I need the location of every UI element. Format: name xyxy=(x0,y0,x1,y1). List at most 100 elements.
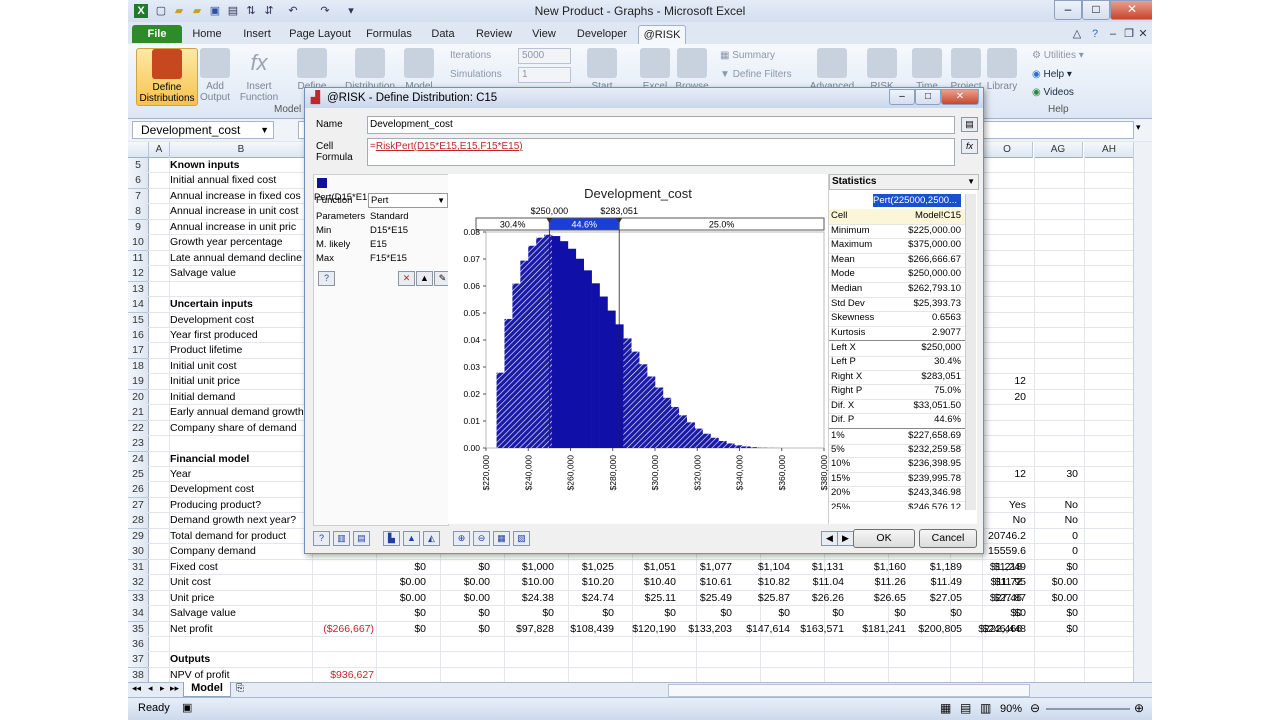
cell-label[interactable]: Initial unit cost xyxy=(170,359,310,374)
col-header-a[interactable]: A xyxy=(149,142,170,158)
cell-value[interactable]: $0.00 xyxy=(364,575,426,590)
cell-value[interactable]: $1,249 xyxy=(964,560,1026,575)
area-chart-icon[interactable]: ▲ xyxy=(403,531,420,546)
cell-label[interactable]: Fixed cost xyxy=(170,560,310,575)
cell-value[interactable]: $0 xyxy=(614,606,676,621)
cell-net-profit-c[interactable]: ($266,667) xyxy=(312,622,374,637)
name-box-dropdown-icon[interactable]: ▼ xyxy=(260,122,269,138)
cell-value[interactable]: $0 xyxy=(428,560,490,575)
row-header[interactable]: 9 xyxy=(128,219,149,236)
max-value[interactable]: F15*E15 xyxy=(370,253,407,264)
sheet-nav-next-icon[interactable]: ▸ xyxy=(160,683,165,694)
cell-npv[interactable]: $936,627 xyxy=(312,668,374,682)
advanced-analyses-button[interactable]: Advanced xyxy=(808,48,856,92)
row-header[interactable]: 6 xyxy=(128,173,149,190)
insert-function-button[interactable]: fx Insert Function xyxy=(236,48,282,103)
cell-value[interactable]: $0.00 xyxy=(428,591,490,606)
row-header[interactable]: 31 xyxy=(128,559,149,576)
name-box[interactable]: Development_cost ▼ xyxy=(132,121,274,139)
graph-options-icon[interactable]: ▦ xyxy=(493,531,510,546)
doc-minimize-icon[interactable]: – xyxy=(1106,27,1120,41)
cell-value[interactable]: $0 xyxy=(782,606,844,621)
cell-value[interactable]: $0 xyxy=(1034,606,1078,621)
cell-value[interactable]: $200,805 xyxy=(900,622,962,637)
sheet-nav-last-icon[interactable]: ▸▸ xyxy=(170,683,179,694)
add-output-button[interactable]: Add Output xyxy=(198,48,232,103)
name-input[interactable]: Development_cost xyxy=(367,116,955,134)
select-all-corner[interactable] xyxy=(128,142,149,158)
row-header[interactable]: 12 xyxy=(128,266,149,283)
cumulative-icon[interactable]: ◭ xyxy=(423,531,440,546)
cell-value[interactable]: $181,241 xyxy=(844,622,906,637)
row-header[interactable]: 23 xyxy=(128,436,149,453)
cell-value[interactable]: $0.00 xyxy=(428,575,490,590)
cell-label[interactable]: Outputs xyxy=(170,652,310,667)
cell-label[interactable]: Initial demand xyxy=(170,390,310,405)
cell-value[interactable]: $0 xyxy=(428,622,490,637)
cell-value[interactable]: $11.04 xyxy=(782,575,844,590)
tab-review[interactable]: Review xyxy=(472,25,516,43)
row-header[interactable]: 8 xyxy=(128,204,149,221)
help-icon[interactable]: ? xyxy=(313,531,330,546)
row-header[interactable]: 17 xyxy=(128,343,149,360)
cell-value[interactable]: $11.26 xyxy=(844,575,906,590)
scroll-left-icon[interactable]: ◀ xyxy=(821,531,838,546)
iterations-combo[interactable]: 5000 xyxy=(518,48,571,64)
color-icon[interactable]: ▧ xyxy=(513,531,530,546)
ribbon-minimize-icon[interactable]: △ xyxy=(1070,27,1084,41)
cell-label[interactable]: Demand growth next year? xyxy=(170,513,310,528)
tab-home[interactable]: Home xyxy=(188,25,226,43)
cell-value[interactable]: $1,131 xyxy=(782,560,844,575)
tab-formulas[interactable]: Formulas xyxy=(364,25,414,43)
cell-label[interactable]: Producing product? xyxy=(170,498,310,513)
cell-value[interactable]: $11.95 xyxy=(964,575,1026,590)
cell-value[interactable]: $1,051 xyxy=(614,560,676,575)
start-simulation-button[interactable]: Start xyxy=(584,48,620,92)
row-header[interactable]: 22 xyxy=(128,420,149,437)
row-header[interactable]: 26 xyxy=(128,482,149,499)
cell-value[interactable]: $11.49 xyxy=(900,575,962,590)
row-header[interactable]: 11 xyxy=(128,250,149,267)
cell-value[interactable]: $10.20 xyxy=(552,575,614,590)
sheet-nav-first-icon[interactable]: ◂◂ xyxy=(132,683,141,694)
cell-value[interactable]: $0 xyxy=(364,560,426,575)
cell-value[interactable]: $24.74 xyxy=(552,591,614,606)
define-filters-button[interactable]: ▼ Define Filters xyxy=(720,69,792,80)
cell-value[interactable]: $1,160 xyxy=(844,560,906,575)
row-header[interactable]: 14 xyxy=(128,297,149,314)
row-header[interactable]: 25 xyxy=(128,467,149,483)
cell-o[interactable]: No xyxy=(982,513,1026,528)
risk-optimizer-button[interactable]: RISK xyxy=(864,48,900,92)
cell-label[interactable]: Year xyxy=(170,467,310,482)
cell-value[interactable]: $1,025 xyxy=(552,560,614,575)
define-distributions-button[interactable]: Define Distributions xyxy=(136,48,198,106)
page-layout-view-icon[interactable]: ▤ xyxy=(960,701,971,715)
col-header-o[interactable]: O xyxy=(982,142,1033,158)
zoom-out-icon[interactable]: ⊖ xyxy=(1030,701,1040,715)
row-header[interactable]: 18 xyxy=(128,358,149,375)
macro-record-icon[interactable]: ▣ xyxy=(182,701,192,714)
cell-label[interactable]: Unit price xyxy=(170,591,310,606)
function-select[interactable]: Pert ▼ xyxy=(368,193,448,208)
utilities-button[interactable]: ⚙ Utilities ▾ xyxy=(1032,50,1084,61)
cell-label[interactable]: Financial model xyxy=(170,452,310,467)
cell-o[interactable]: 20 xyxy=(982,390,1026,405)
cell-label[interactable]: Year first produced xyxy=(170,328,310,343)
cell-label[interactable]: Annual increase in fixed cos xyxy=(170,189,310,204)
horizontal-scrollbar[interactable] xyxy=(668,684,1030,697)
cell-ag[interactable]: No xyxy=(1034,513,1078,528)
cell-value[interactable]: $0 xyxy=(844,606,906,621)
row-header[interactable]: 35 xyxy=(128,621,149,638)
ok-button[interactable]: OK xyxy=(853,529,915,548)
row-header[interactable]: 10 xyxy=(128,235,149,252)
cancel-button[interactable]: Cancel xyxy=(919,529,977,548)
cell-label[interactable]: Annual increase in unit pric xyxy=(170,220,310,235)
tab-view[interactable]: View xyxy=(526,25,562,43)
cell-value[interactable]: $0 xyxy=(728,606,790,621)
insert-sheet-icon[interactable]: ⎘ xyxy=(236,683,244,694)
browse-results-button[interactable]: Browse xyxy=(674,48,710,92)
col-header-ag[interactable]: AG xyxy=(1034,142,1083,158)
tab-file[interactable]: File xyxy=(132,25,182,43)
distribution-fitting-button[interactable]: Distribution xyxy=(342,48,398,92)
bar-chart-icon[interactable]: ▥ xyxy=(333,531,350,546)
